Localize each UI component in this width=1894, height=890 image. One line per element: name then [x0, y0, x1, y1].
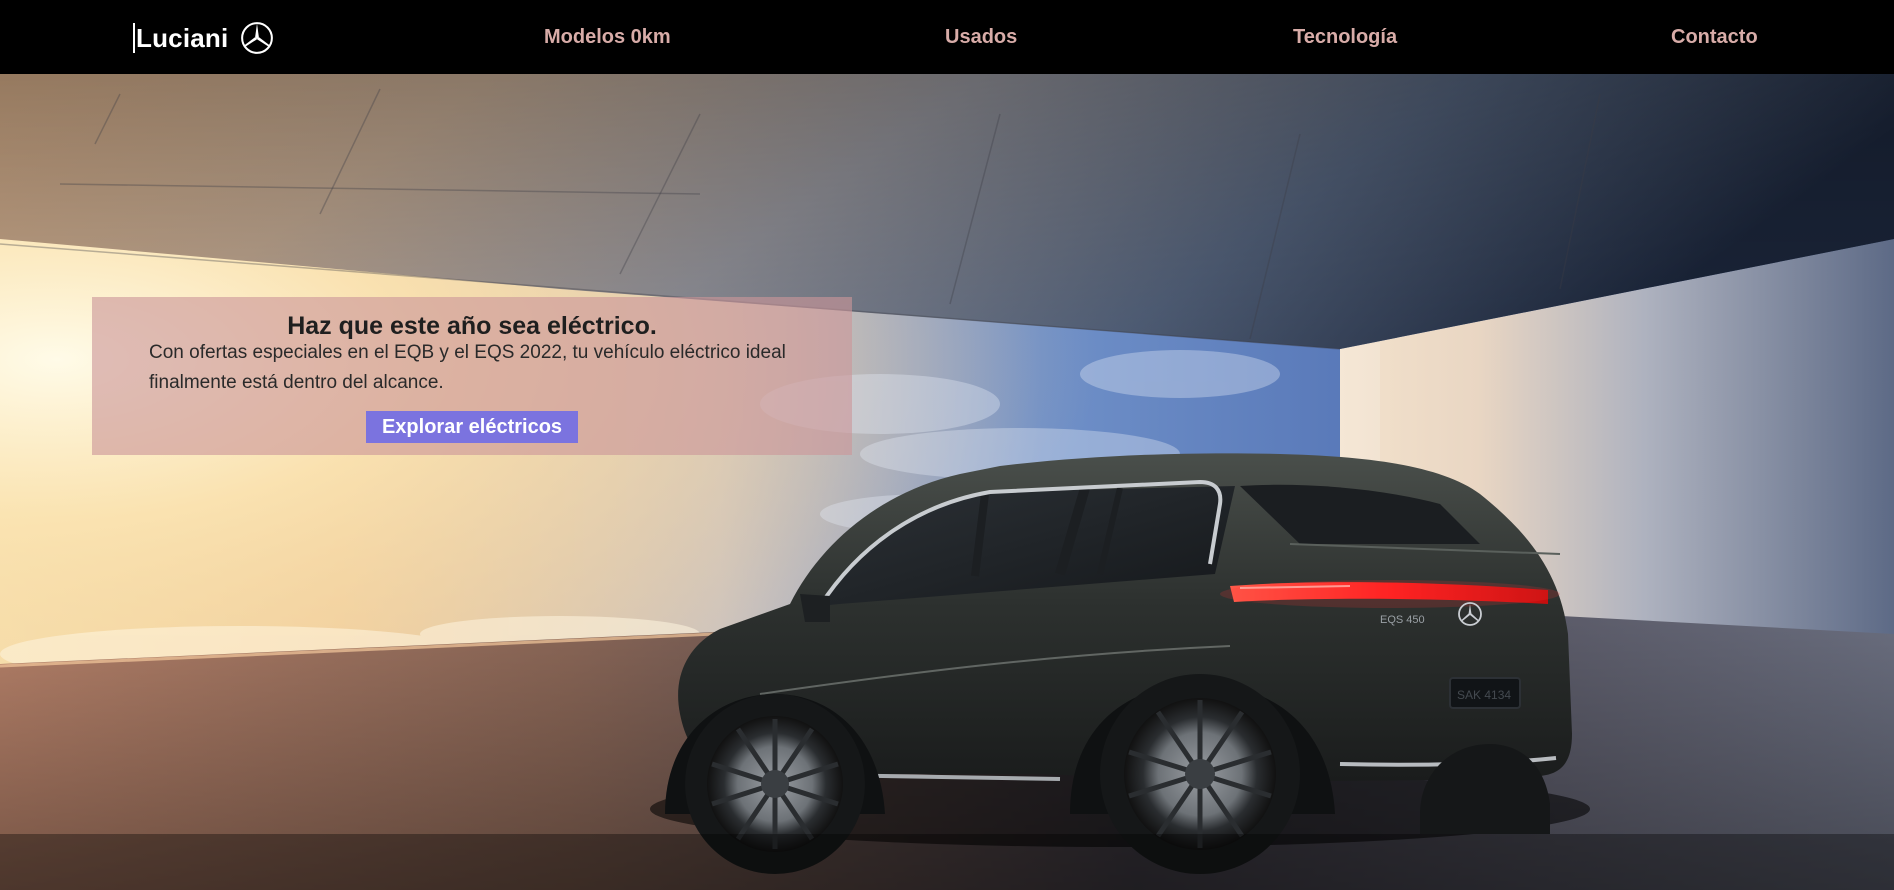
model-badge: EQS 450 — [1380, 614, 1425, 626]
hero-image: EQS 450 SAK 4134 — [0, 74, 1894, 890]
promo-title: Haz que este año sea eléctrico. — [287, 312, 657, 340]
brand-name: Luciani — [136, 22, 229, 53]
nav-tecnologia[interactable]: Tecnología — [1293, 26, 1397, 49]
text-cursor — [133, 23, 135, 53]
hero-section: EQS 450 SAK 4134 — [0, 74, 1894, 890]
brand-home-link[interactable]: Luciani — [133, 20, 274, 56]
nav-usados[interactable]: Usados — [945, 26, 1017, 49]
promo-card: Haz que este año sea eléctrico. Con ofer… — [92, 297, 852, 455]
explore-electric-button[interactable]: Explorar eléctricos — [366, 411, 578, 443]
nav-contacto[interactable]: Contacto — [1671, 26, 1758, 49]
top-navigation-bar: Luciani Modelos 0km Usados Tecnología Co… — [0, 0, 1894, 74]
nav-modelos-0km[interactable]: Modelos 0km — [544, 26, 671, 49]
license-plate: SAK 4134 — [1457, 688, 1511, 702]
promo-description: Con ofertas especiales en el EQB y el EQ… — [149, 342, 786, 393]
mercedes-star-icon — [241, 22, 274, 54]
page: Luciani Modelos 0km Usados Tecnología Co… — [0, 0, 1894, 890]
